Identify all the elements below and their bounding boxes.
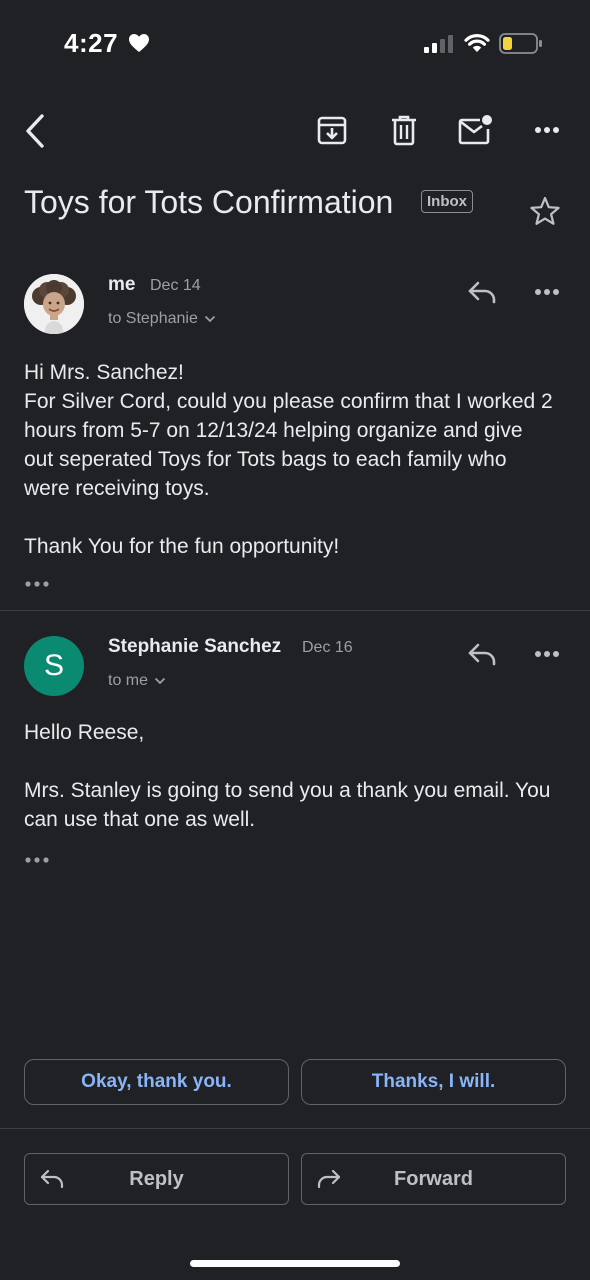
message-body: Hi Mrs. Sanchez! For Silver Cord, could …: [24, 358, 554, 561]
reply-icon: [468, 643, 496, 666]
message-toolbar: [0, 108, 590, 152]
reply-label: Reply: [129, 1168, 184, 1190]
status-bar: 4:27: [0, 0, 590, 90]
battery-icon: [499, 33, 542, 54]
subject-header: Toys for Tots Confirmation Inbox: [24, 182, 570, 226]
wifi-icon: [464, 34, 490, 52]
recipient-details-toggle[interactable]: to me: [108, 672, 166, 690]
actions-divider: [0, 1128, 590, 1129]
reply-icon: [468, 281, 496, 304]
archive-icon: [317, 116, 347, 145]
email-thread-screen: 4:27 Toys for Tots Confirmation Inbox me…: [0, 0, 590, 1280]
body-paragraph: Mrs. Stanley is going to send you a than…: [24, 779, 551, 831]
cellular-signal-icon: [424, 35, 453, 53]
recipient-details-toggle[interactable]: to Stephanie: [108, 310, 216, 328]
archive-button[interactable]: [312, 110, 352, 150]
email-subject: Toys for Tots Confirmation: [24, 184, 394, 220]
message-date: Dec 14: [150, 277, 201, 294]
ellipsis-icon: [25, 857, 49, 863]
profile-photo: [24, 274, 84, 334]
chevron-down-icon: [154, 677, 166, 685]
smart-reply-button[interactable]: Okay, thank you.: [24, 1059, 289, 1105]
forward-label: Forward: [394, 1168, 473, 1190]
more-horizontal-icon: [535, 289, 559, 295]
mark-unread-icon: [458, 115, 492, 145]
delete-button[interactable]: [384, 110, 424, 150]
show-trimmed-content-button[interactable]: [24, 852, 56, 866]
heart-icon: [129, 34, 149, 52]
reply-button[interactable]: [462, 274, 502, 310]
message-body: Hello Reese, Mrs. Stanley is going to se…: [24, 718, 554, 834]
message-date: Dec 16: [302, 639, 353, 656]
home-indicator[interactable]: [190, 1260, 400, 1267]
reply-action-button[interactable]: Reply: [24, 1153, 289, 1205]
more-horizontal-icon: [535, 127, 559, 133]
star-icon: [530, 196, 560, 225]
mark-unread-button[interactable]: [456, 110, 496, 150]
star-button[interactable]: [528, 194, 562, 228]
recipient-label: to me: [108, 672, 149, 689]
body-closing: Thank You for the fun opportunity!: [24, 535, 340, 558]
back-arrow-icon: [26, 114, 44, 148]
sender-name: Stephanie Sanchez: [108, 636, 282, 657]
ellipsis-icon: [25, 581, 49, 587]
message-more-button[interactable]: [526, 636, 568, 672]
forward-action-button[interactable]: Forward: [301, 1153, 566, 1205]
body-paragraph: For Silver Cord, could you please confir…: [24, 390, 553, 500]
sender-name: me: [108, 274, 136, 295]
reply-button[interactable]: [462, 636, 502, 672]
status-time: 4:27: [64, 28, 119, 58]
sender-avatar[interactable]: S: [24, 636, 84, 696]
chevron-down-icon: [204, 315, 215, 323]
sender-avatar[interactable]: [24, 274, 84, 334]
more-options-button[interactable]: [526, 110, 568, 150]
recipient-label: to Stephanie: [108, 310, 198, 327]
more-horizontal-icon: [535, 651, 559, 657]
body-greeting: Hello Reese,: [24, 721, 145, 744]
message-divider: [0, 610, 590, 611]
trash-icon: [392, 115, 416, 146]
show-trimmed-content-button[interactable]: [24, 576, 56, 590]
message-more-button[interactable]: [526, 274, 568, 310]
body-line: Hi Mrs. Sanchez!: [24, 361, 184, 384]
smart-reply-button[interactable]: Thanks, I will.: [301, 1059, 566, 1105]
back-button[interactable]: [18, 112, 52, 150]
inbox-label-chip[interactable]: Inbox: [421, 190, 473, 213]
